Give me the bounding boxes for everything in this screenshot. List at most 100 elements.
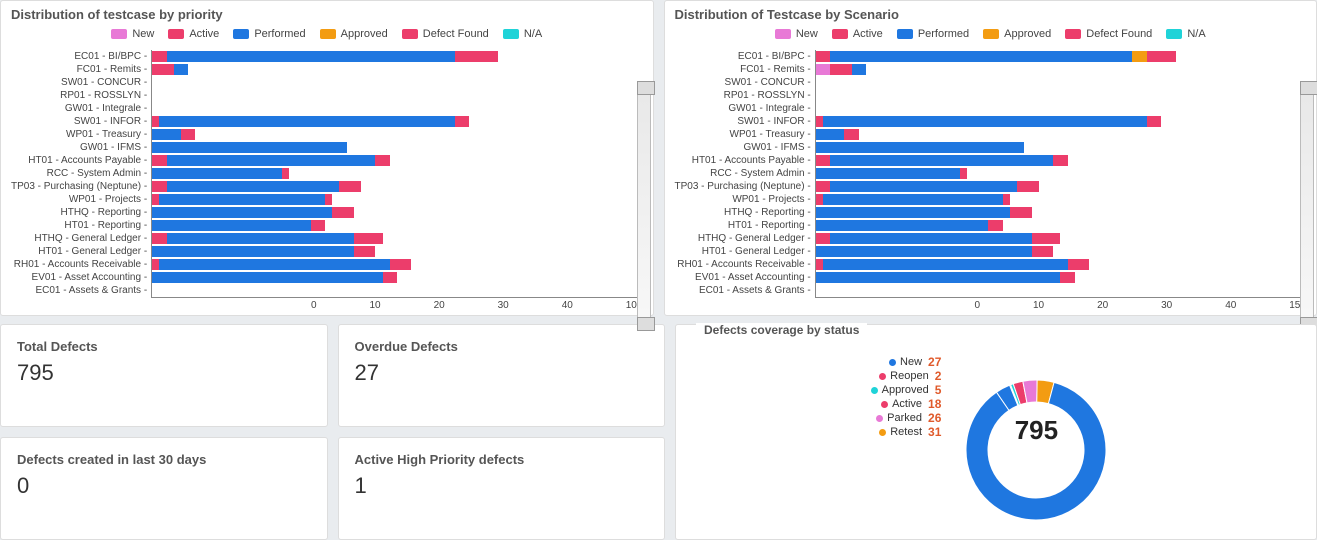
donut-legend-item[interactable]: Parked26	[871, 411, 942, 425]
bar-segment-defect_found[interactable]	[1147, 51, 1176, 62]
kpi-overdue-defects[interactable]: Overdue Defects 27	[338, 324, 666, 427]
donut-legend-item[interactable]: Approved5	[871, 383, 942, 397]
bar-segment-performed[interactable]	[152, 220, 310, 231]
bar-segment-performed[interactable]	[152, 207, 332, 218]
bar-row[interactable]	[152, 115, 642, 128]
bar-row[interactable]	[152, 154, 642, 167]
bar-segment-defect_found[interactable]	[332, 207, 354, 218]
bar-row[interactable]	[152, 50, 642, 63]
donut-card[interactable]: Defects coverage by status New27Reopen2A…	[675, 324, 1317, 540]
bar-segment-defect_found[interactable]	[1060, 272, 1074, 283]
bar-segment-active[interactable]	[816, 194, 823, 205]
bar-segment-performed[interactable]	[152, 168, 282, 179]
bar-segment-performed[interactable]	[159, 259, 389, 270]
bar-row[interactable]	[152, 258, 642, 271]
legend-item-na[interactable]: N/A	[503, 28, 542, 40]
donut-legend-item[interactable]: Retest31	[871, 425, 942, 439]
bar-segment-performed[interactable]	[167, 181, 340, 192]
legend-item-performed[interactable]: Performed	[897, 28, 969, 40]
bar-row[interactable]	[152, 193, 642, 206]
bar-segment-performed[interactable]	[852, 64, 866, 75]
bar-segment-defect_found[interactable]	[1017, 181, 1039, 192]
bar-row[interactable]	[816, 76, 1306, 89]
legend-item-approved[interactable]: Approved	[983, 28, 1051, 40]
plot-area[interactable]	[151, 50, 642, 298]
bar-segment-defect_found[interactable]	[325, 194, 332, 205]
bar-segment-performed[interactable]	[816, 168, 960, 179]
bar-row[interactable]	[152, 128, 642, 141]
bar-segment-performed[interactable]	[823, 194, 1003, 205]
bar-segment-defect_found[interactable]	[390, 259, 412, 270]
donut-legend-item[interactable]: New27	[871, 355, 942, 369]
bar-segment-defect_found[interactable]	[455, 51, 498, 62]
bar-segment-defect_found[interactable]	[455, 116, 469, 127]
bar-segment-performed[interactable]	[823, 116, 1147, 127]
bar-row[interactable]	[816, 167, 1306, 180]
donut-slice[interactable]	[966, 382, 1106, 520]
bar-row[interactable]	[152, 219, 642, 232]
bar-segment-performed[interactable]	[152, 129, 181, 140]
bar-row[interactable]	[816, 271, 1306, 284]
bar-segment-performed[interactable]	[830, 181, 1017, 192]
bar-segment-performed[interactable]	[167, 233, 354, 244]
bar-row[interactable]	[816, 141, 1306, 154]
bar-row[interactable]	[152, 180, 642, 193]
bar-segment-active[interactable]	[816, 233, 830, 244]
bar-segment-defect_found[interactable]	[339, 181, 361, 192]
bar-row[interactable]	[816, 115, 1306, 128]
bar-row[interactable]	[152, 245, 642, 258]
bar-segment-active[interactable]	[830, 64, 852, 75]
legend-item-defect_found[interactable]: Defect Found	[402, 28, 489, 40]
bar-row[interactable]	[816, 232, 1306, 245]
bar-row[interactable]	[816, 89, 1306, 102]
bar-segment-active[interactable]	[152, 181, 166, 192]
bar-segment-defect_found[interactable]	[988, 220, 1002, 231]
bar-segment-active[interactable]	[152, 259, 159, 270]
bar-segment-active[interactable]	[816, 259, 823, 270]
bar-row[interactable]	[816, 258, 1306, 271]
donut-legend-item[interactable]: Active18	[871, 397, 942, 411]
bar-segment-active[interactable]	[152, 233, 166, 244]
legend-item-active[interactable]: Active	[832, 28, 883, 40]
bar-segment-performed[interactable]	[152, 142, 346, 153]
bar-segment-defect_found[interactable]	[354, 246, 376, 257]
bar-row[interactable]	[152, 63, 642, 76]
bar-segment-active[interactable]	[152, 155, 166, 166]
bar-segment-defect_found[interactable]	[1032, 233, 1061, 244]
bar-row[interactable]	[152, 167, 642, 180]
bar-segment-performed[interactable]	[816, 207, 1010, 218]
bar-segment-performed[interactable]	[167, 155, 376, 166]
bar-segment-performed[interactable]	[159, 116, 454, 127]
bar-segment-defect_found[interactable]	[1003, 194, 1010, 205]
bar-segment-performed[interactable]	[816, 220, 989, 231]
plot-area[interactable]	[815, 50, 1306, 298]
bar-segment-defect_found[interactable]	[181, 129, 195, 140]
bar-row[interactable]	[816, 193, 1306, 206]
bar-segment-performed[interactable]	[816, 272, 1061, 283]
bar-row[interactable]	[152, 89, 642, 102]
bar-segment-defect_found[interactable]	[354, 233, 383, 244]
bar-segment-active[interactable]	[152, 51, 166, 62]
bar-segment-performed[interactable]	[823, 259, 1068, 270]
bar-row[interactable]	[816, 180, 1306, 193]
bar-row[interactable]	[816, 154, 1306, 167]
bar-segment-new[interactable]	[816, 64, 830, 75]
bar-segment-defect_found[interactable]	[375, 155, 389, 166]
bar-segment-active[interactable]	[816, 116, 823, 127]
legend-item-new[interactable]: New	[775, 28, 818, 40]
bar-segment-active[interactable]	[816, 155, 830, 166]
legend-item-performed[interactable]: Performed	[233, 28, 305, 40]
bar-segment-active[interactable]	[152, 64, 174, 75]
legend-item-new[interactable]: New	[111, 28, 154, 40]
bar-segment-defect_found[interactable]	[311, 220, 325, 231]
legend-item-na[interactable]: N/A	[1166, 28, 1205, 40]
bar-row[interactable]	[152, 141, 642, 154]
bar-row[interactable]	[152, 284, 642, 297]
bar-segment-performed[interactable]	[830, 155, 1053, 166]
bar-row[interactable]	[816, 284, 1306, 297]
bar-segment-performed[interactable]	[152, 272, 382, 283]
legend-item-approved[interactable]: Approved	[320, 28, 388, 40]
bar-row[interactable]	[152, 271, 642, 284]
bar-row[interactable]	[816, 206, 1306, 219]
bar-segment-defect_found[interactable]	[1010, 207, 1032, 218]
